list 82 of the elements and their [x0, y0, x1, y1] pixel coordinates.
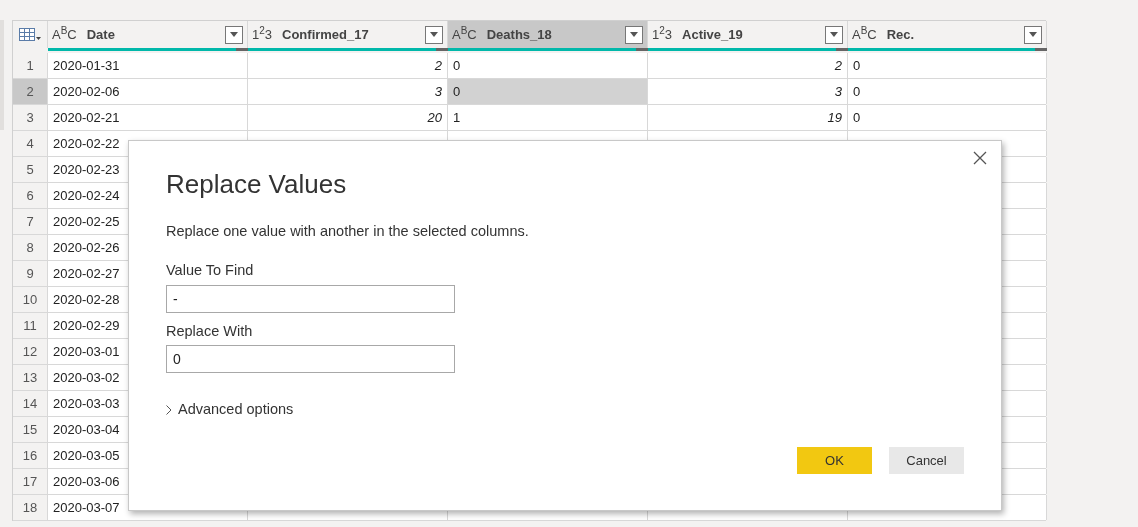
chevron-right-icon — [166, 405, 172, 416]
advanced-options-toggle[interactable]: Advanced options — [166, 399, 294, 421]
table-cell-text: 3 — [434, 82, 442, 101]
table-cell-text: 2020-02-24 — [53, 186, 120, 205]
dialog-title: Replace Values — [166, 168, 347, 201]
row-number[interactable]: 4 — [13, 131, 48, 156]
row-number[interactable]: 17 — [13, 469, 48, 494]
table-cell-text: 2020-02-22 — [53, 134, 120, 153]
row-number[interactable]: 3 — [13, 105, 48, 130]
text-type-icon[interactable]: A$^{B}$C — [452, 28, 477, 41]
row-number[interactable]: 8 — [13, 235, 48, 260]
table-cell-text: 0 — [453, 82, 461, 101]
table-cell-text: 2020-03-04 — [53, 420, 120, 439]
filter-dropdown[interactable] — [425, 25, 443, 44]
caret-icon — [830, 32, 838, 37]
text-type-icon[interactable]: A$^{B}$C — [52, 28, 77, 41]
caret-icon — [430, 32, 438, 37]
row-number[interactable]: 13 — [13, 365, 48, 390]
table-cell-text: 2020-03-06 — [53, 472, 120, 491]
table-cell-text: 2020-02-27 — [53, 264, 120, 283]
row-number[interactable]: 1 — [13, 53, 48, 78]
cancel-button[interactable]: Cancel — [889, 447, 964, 474]
filter-dropdown[interactable] — [625, 25, 643, 44]
row-number[interactable]: 15 — [13, 417, 48, 442]
table-cell-text: 2020-03-02 — [53, 368, 120, 387]
table-cell-text: 3 — [834, 82, 842, 101]
table-cell-text: 19 — [827, 108, 842, 127]
table-cell-text: 1 — [453, 108, 461, 127]
table-cell-text: 0 — [853, 56, 861, 75]
input-field[interactable]: - — [166, 284, 455, 313]
table-cell-text: 0 — [853, 108, 861, 127]
table-cell-text: 2020-02-25 — [53, 212, 120, 231]
table-cell-text: 20 — [427, 108, 442, 127]
table-cell-text: 2020-03-05 — [53, 446, 120, 465]
column-name: Deaths_18 — [486, 25, 553, 44]
caret-icon — [630, 32, 638, 37]
close-button[interactable] — [971, 149, 989, 167]
column-name: Active_19 — [682, 25, 744, 44]
filter-dropdown[interactable] — [825, 25, 843, 44]
close-icon — [973, 151, 987, 165]
table-cell-text: 2 — [834, 56, 842, 75]
table-cell-text: 2020-02-06 — [53, 82, 120, 101]
row-number[interactable]: 16 — [13, 443, 48, 468]
column-name: Confirmed_17 — [282, 25, 370, 44]
table-cell-text: 0 — [853, 82, 861, 101]
field-label: Replace With — [166, 321, 253, 341]
row-number[interactable]: 7 — [13, 209, 48, 234]
table-cell-text: 2020-02-26 — [53, 238, 120, 257]
text-type-icon[interactable]: A$^{B}$C — [852, 28, 877, 41]
filter-dropdown[interactable] — [225, 25, 243, 44]
caret-icon — [1029, 32, 1037, 37]
table-cell-text: 2020-02-28 — [53, 290, 120, 309]
row-number[interactable]: 6 — [13, 183, 48, 208]
table-cell-text: 0 — [453, 56, 461, 75]
caret-icon — [230, 32, 238, 37]
column-header[interactable]: A$^{B}$C Deaths_18 — [448, 21, 648, 48]
row-number[interactable]: 12 — [13, 339, 48, 364]
table-cell-text: 2020-02-29 — [53, 316, 120, 335]
input-field[interactable]: 0 — [166, 345, 455, 374]
number-type-icon[interactable]: 1$^{2}$3 — [652, 28, 673, 41]
table-cell-text: 2020-01-31 — [53, 56, 120, 75]
column-name: Rec. — [886, 25, 916, 44]
table-menu-icon[interactable] — [18, 26, 42, 43]
row-number[interactable]: 10 — [13, 287, 48, 312]
ok-button[interactable]: OK — [797, 447, 872, 474]
table-cell-text: 2020-03-01 — [53, 342, 120, 361]
number-type-icon[interactable]: 1$^{2}$3 — [252, 28, 273, 41]
row-number[interactable]: 18 — [13, 495, 48, 520]
table-cell-text: 2 — [434, 56, 442, 75]
row-number[interactable]: 9 — [13, 261, 48, 286]
row-number[interactable]: 11 — [13, 313, 48, 338]
row-number[interactable]: 5 — [13, 157, 48, 182]
dialog-description: Replace one value with another in the selected columns. — [166, 222, 529, 241]
column-name: Date — [86, 25, 116, 44]
row-number[interactable]: 2 — [13, 79, 48, 104]
table-cell-text: 2020-02-23 — [53, 160, 120, 179]
table-cell-text: 2020-02-21 — [53, 108, 120, 127]
row-number[interactable]: 14 — [13, 391, 48, 416]
table-cell-text: 2020-03-03 — [53, 394, 120, 413]
field-label: Value To Find — [166, 260, 254, 280]
filter-dropdown[interactable] — [1024, 25, 1042, 44]
table-cell-text: 2020-03-07 — [53, 498, 120, 517]
